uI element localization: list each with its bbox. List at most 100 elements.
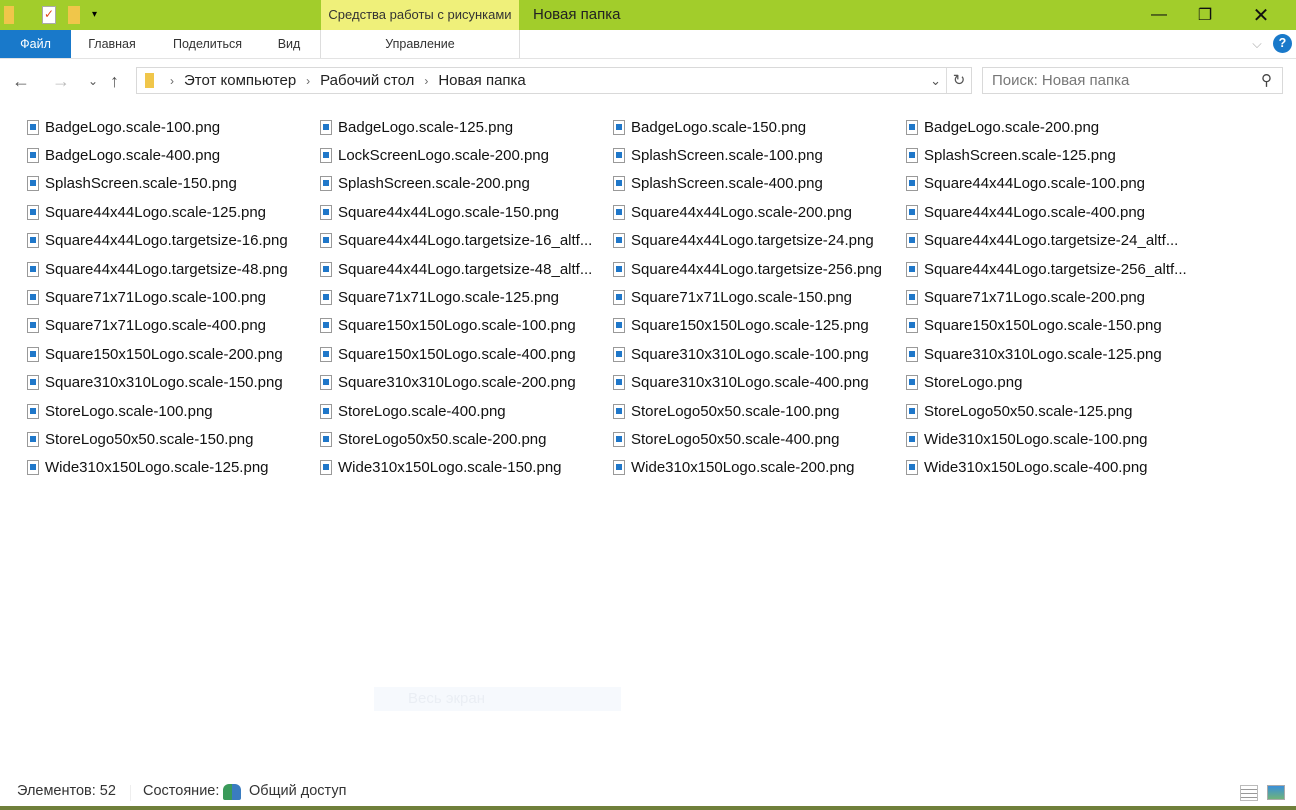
file-item[interactable]: StoreLogo.scale-100.png (27, 397, 320, 425)
chevron-right-icon[interactable]: › (306, 74, 310, 88)
file-item[interactable]: StoreLogo50x50.scale-400.png (613, 425, 906, 453)
file-item[interactable]: Square71x71Logo.scale-150.png (613, 283, 906, 311)
file-item[interactable]: Square310x310Logo.scale-150.png (27, 369, 320, 397)
expand-ribbon-icon[interactable]: ⌵ (1248, 30, 1266, 58)
file-item[interactable]: StoreLogo.scale-400.png (320, 397, 613, 425)
png-file-icon (320, 233, 332, 249)
file-name: Square44x44Logo.scale-400.png (924, 203, 1146, 221)
file-item[interactable]: Square71x71Logo.scale-200.png (906, 283, 1199, 311)
file-item[interactable]: StoreLogo50x50.scale-200.png (320, 425, 613, 453)
file-item[interactable]: StoreLogo50x50.scale-100.png (613, 397, 906, 425)
png-file-icon (320, 318, 332, 334)
refresh-icon[interactable]: ↻ (946, 68, 971, 93)
file-item[interactable]: Wide310x150Logo.scale-400.png (906, 454, 1199, 482)
address-bar[interactable]: › Этот компьютер › Рабочий стол › Новая … (136, 67, 972, 94)
file-item[interactable]: BadgeLogo.scale-100.png (27, 113, 320, 141)
forward-button[interactable]: → (52, 68, 70, 94)
file-name: Square44x44Logo.scale-150.png (338, 203, 560, 221)
folder-icon (4, 6, 14, 24)
file-item[interactable]: Square71x71Logo.scale-400.png (27, 312, 320, 340)
png-file-icon (320, 290, 332, 306)
png-file-icon (613, 148, 625, 164)
file-item[interactable]: SplashScreen.scale-100.png (613, 141, 906, 169)
file-item[interactable]: Wide310x150Logo.scale-125.png (27, 454, 320, 482)
state-value: Общий доступ (249, 783, 347, 799)
chevron-right-icon[interactable]: › (424, 74, 428, 88)
maximize-button[interactable]: ❐ (1182, 0, 1228, 30)
tab-file[interactable]: Файл (0, 30, 71, 58)
file-item[interactable]: Square44x44Logo.targetsize-48_altf... (320, 255, 613, 283)
file-item[interactable]: Square44x44Logo.scale-400.png (906, 198, 1199, 226)
file-name: Square44x44Logo.targetsize-48.png (45, 260, 288, 278)
file-item[interactable]: Square150x150Logo.scale-150.png (906, 312, 1199, 340)
search-icon[interactable]: ⚲ (1261, 68, 1272, 93)
file-item[interactable]: Square44x44Logo.targetsize-256_altf... (906, 255, 1199, 283)
file-name: StoreLogo50x50.scale-200.png (338, 430, 547, 448)
file-item[interactable]: BadgeLogo.scale-150.png (613, 113, 906, 141)
file-item[interactable]: SplashScreen.scale-400.png (613, 170, 906, 198)
file-item[interactable]: Wide310x150Logo.scale-150.png (320, 454, 613, 482)
file-name: SplashScreen.scale-200.png (338, 175, 530, 193)
file-item[interactable]: LockScreenLogo.scale-200.png (320, 141, 613, 169)
up-button[interactable]: ↑ (110, 68, 119, 94)
file-item[interactable]: SplashScreen.scale-200.png (320, 170, 613, 198)
properties-icon[interactable]: ✓ (42, 6, 56, 24)
file-item[interactable]: StoreLogo50x50.scale-150.png (27, 425, 320, 453)
png-file-icon (613, 204, 625, 220)
file-item[interactable]: Square71x71Logo.scale-100.png (27, 283, 320, 311)
file-name: SplashScreen.scale-100.png (631, 147, 823, 165)
file-item[interactable]: Square44x44Logo.targetsize-16_altf... (320, 227, 613, 255)
file-item[interactable]: Square44x44Logo.targetsize-24.png (613, 227, 906, 255)
file-name: Square44x44Logo.scale-100.png (924, 175, 1146, 193)
file-name: Wide310x150Logo.scale-400.png (924, 459, 1148, 477)
details-view-button[interactable] (1240, 785, 1258, 801)
file-name: StoreLogo50x50.scale-400.png (631, 430, 840, 448)
file-item[interactable]: Square150x150Logo.scale-400.png (320, 340, 613, 368)
file-item[interactable]: Square44x44Logo.scale-200.png (613, 198, 906, 226)
file-item[interactable]: SplashScreen.scale-150.png (27, 170, 320, 198)
png-file-icon (906, 318, 918, 334)
tab-view[interactable]: Вид (268, 30, 310, 58)
tab-home[interactable]: Главная (78, 30, 146, 58)
file-item[interactable]: Square310x310Logo.scale-100.png (613, 340, 906, 368)
file-item[interactable]: Square44x44Logo.targetsize-48.png (27, 255, 320, 283)
new-folder-icon[interactable] (68, 6, 80, 24)
file-item[interactable]: Square44x44Logo.scale-150.png (320, 198, 613, 226)
file-item[interactable]: BadgeLogo.scale-125.png (320, 113, 613, 141)
file-item[interactable]: Wide310x150Logo.scale-200.png (613, 454, 906, 482)
png-file-icon (906, 290, 918, 306)
address-dropdown-icon[interactable]: ⌄ (930, 73, 941, 89)
minimize-button[interactable]: — (1136, 0, 1182, 30)
file-item[interactable]: BadgeLogo.scale-200.png (906, 113, 1199, 141)
file-item[interactable]: StoreLogo.png (906, 369, 1199, 397)
file-item[interactable]: BadgeLogo.scale-400.png (27, 141, 320, 169)
breadcrumb-this-pc[interactable]: Этот компьютер (184, 72, 296, 89)
recent-locations-icon[interactable]: ⌄ (88, 68, 98, 94)
file-item[interactable]: Square71x71Logo.scale-125.png (320, 283, 613, 311)
search-input[interactable]: Поиск: Новая папка ⚲ (982, 67, 1283, 94)
file-item[interactable]: Square44x44Logo.targetsize-24_altf... (906, 227, 1199, 255)
file-item[interactable]: Square44x44Logo.targetsize-16.png (27, 227, 320, 255)
large-icons-view-button[interactable] (1267, 785, 1285, 800)
file-item[interactable]: Square310x310Logo.scale-200.png (320, 369, 613, 397)
file-item[interactable]: Square150x150Logo.scale-100.png (320, 312, 613, 340)
file-item[interactable]: Square44x44Logo.targetsize-256.png (613, 255, 906, 283)
file-item[interactable]: Wide310x150Logo.scale-100.png (906, 425, 1199, 453)
file-item[interactable]: StoreLogo50x50.scale-125.png (906, 397, 1199, 425)
file-item[interactable]: SplashScreen.scale-125.png (906, 141, 1199, 169)
file-item[interactable]: Square150x150Logo.scale-125.png (613, 312, 906, 340)
context-tab-divider (320, 30, 520, 58)
file-item[interactable]: Square44x44Logo.scale-125.png (27, 198, 320, 226)
customize-quick-access-icon[interactable]: ▾ (92, 6, 97, 24)
help-icon[interactable]: ? (1273, 34, 1292, 53)
file-item[interactable]: Square310x310Logo.scale-400.png (613, 369, 906, 397)
file-item[interactable]: Square310x310Logo.scale-125.png (906, 340, 1199, 368)
breadcrumb-desktop[interactable]: Рабочий стол (320, 72, 414, 89)
close-button[interactable]: ✕ (1238, 0, 1284, 30)
breadcrumb-new-folder[interactable]: Новая папка (438, 72, 525, 89)
file-item[interactable]: Square44x44Logo.scale-100.png (906, 170, 1199, 198)
back-button[interactable]: ← (12, 68, 30, 94)
tab-share[interactable]: Поделиться (160, 30, 255, 58)
file-item[interactable]: Square150x150Logo.scale-200.png (27, 340, 320, 368)
file-name: Square44x44Logo.scale-125.png (45, 203, 267, 221)
